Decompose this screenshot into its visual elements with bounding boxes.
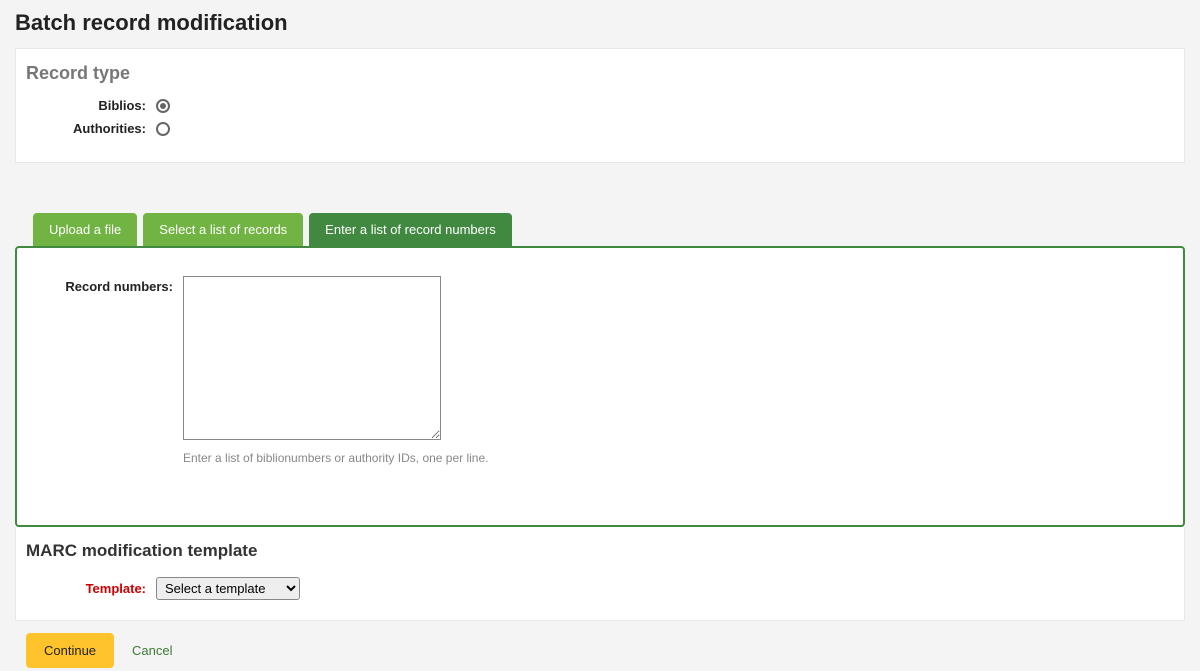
marc-template-heading: MARC modification template (26, 541, 1174, 561)
template-row: Template: Select a template (26, 577, 1174, 600)
authorities-label: Authorities: (26, 121, 156, 136)
cancel-link[interactable]: Cancel (132, 643, 172, 658)
record-type-heading: Record type (26, 63, 1174, 84)
marc-template-panel: MARC modification template Template: Sel… (15, 527, 1185, 621)
tab-enter-numbers[interactable]: Enter a list of record numbers (309, 213, 512, 246)
record-type-panel: Record type Biblios: Authorities: (15, 48, 1185, 163)
template-select[interactable]: Select a template (156, 577, 300, 600)
page-title: Batch record modification (0, 0, 1200, 48)
authorities-radio[interactable] (156, 122, 170, 136)
tabs-container: Upload a file Select a list of records E… (15, 213, 1185, 527)
record-numbers-textarea[interactable] (183, 276, 441, 440)
template-label: Template: (26, 581, 156, 596)
biblios-radio[interactable] (156, 99, 170, 113)
record-numbers-row: Record numbers: Enter a list of biblionu… (43, 276, 1157, 465)
biblios-label: Biblios: (26, 98, 156, 113)
action-bar: Continue Cancel (0, 621, 1200, 668)
record-numbers-label: Record numbers: (43, 276, 183, 294)
tabs-bar: Upload a file Select a list of records E… (15, 213, 1185, 246)
authorities-row: Authorities: (26, 121, 1174, 136)
biblios-row: Biblios: (26, 98, 1174, 113)
tab-select-list[interactable]: Select a list of records (143, 213, 303, 246)
continue-button[interactable]: Continue (26, 633, 114, 668)
tab-upload-file[interactable]: Upload a file (33, 213, 137, 246)
tab-panel-enter-numbers: Record numbers: Enter a list of biblionu… (15, 246, 1185, 527)
record-numbers-hint: Enter a list of biblionumbers or authori… (183, 451, 488, 465)
